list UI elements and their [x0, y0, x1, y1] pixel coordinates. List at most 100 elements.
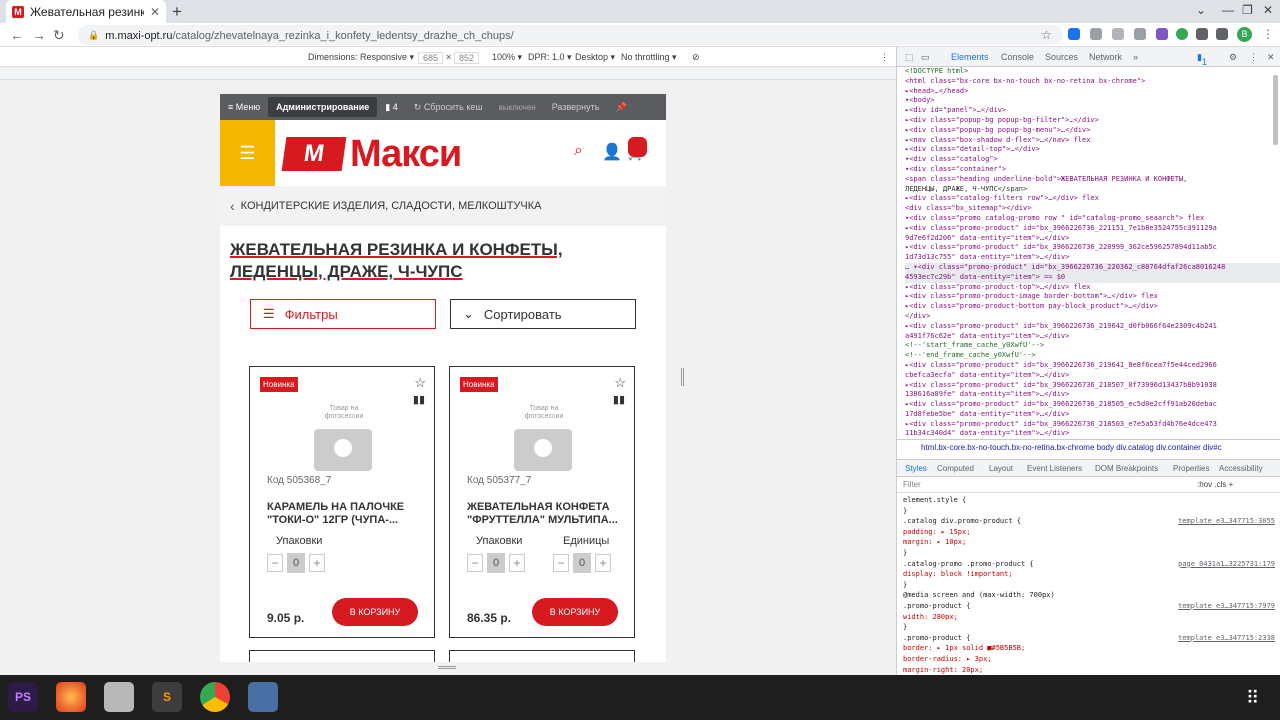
restore-icon[interactable]: ❐ — [1242, 3, 1253, 17]
admin-menu-button[interactable]: ≡ Меню — [220, 102, 268, 112]
subtab-properties[interactable]: Properties — [1173, 464, 1209, 473]
device-mode-select[interactable]: Desktop ▾ — [575, 52, 615, 63]
css-rule-line[interactable]: .promo-product {template_e3…347715:2338 — [903, 633, 1275, 644]
css-rule-line[interactable]: } — [903, 548, 1275, 559]
tab-console[interactable]: Console — [1001, 52, 1034, 62]
dom-node-line[interactable]: 138616a89fe" data-entity="item">…</div> — [905, 390, 1280, 400]
product-name[interactable]: КАРАМЕЛЬ НА ПАЛОЧКЕ "ТОКИ-О" 12ГР (ЧУПА-… — [267, 501, 427, 527]
device-height-input[interactable]: 852 — [454, 52, 480, 64]
css-rule-line[interactable]: .catalog div.promo-product {template_e3…… — [903, 516, 1275, 527]
dpr-select[interactable]: DPR: 1.0 ▾ — [528, 52, 572, 63]
unit-quantity-value[interactable]: 0 — [573, 553, 591, 573]
media-app-icon[interactable] — [248, 682, 278, 712]
devtools-menu-icon[interactable]: ⋮ — [1249, 52, 1258, 63]
css-rule-line[interactable]: } — [903, 622, 1275, 633]
dom-node-line[interactable]: ▸<div class="detail-top">…</div> — [905, 145, 1280, 155]
dom-node-line[interactable]: ▸<div class="popup-bg popup-bg-filter">…… — [905, 116, 1280, 126]
css-source-link[interactable]: page_0431a1…3225731:179 — [1178, 559, 1275, 570]
breadcrumb[interactable]: ‹ КОНДИТЕРСКИЕ ИЗДЕЛИЯ, СЛАДОСТИ, МЕЛКОШ… — [230, 198, 542, 214]
bookmark-star-icon[interactable]: ☆ — [1041, 28, 1052, 42]
firefox-app-icon[interactable] — [56, 682, 86, 712]
extension-icon[interactable] — [1134, 28, 1146, 40]
subtab-event-listeners[interactable]: Event Listeners — [1027, 464, 1082, 473]
site-logo[interactable]: М Макси — [281, 134, 462, 174]
more-tabs-icon[interactable]: » — [1133, 52, 1138, 62]
filters-button[interactable]: ☰ Фильтры — [250, 299, 436, 329]
css-rule-line[interactable]: padding: ▸ 15px; — [903, 527, 1275, 538]
dom-node-line[interactable]: 4593ec7c29b" data-entity="item"> == $0 — [905, 272, 1280, 283]
quantity-value[interactable]: 0 — [487, 553, 505, 573]
product-name[interactable]: ЖЕВАТЕЛЬНАЯ КОНФЕТА "ФРУТТЕЛЛА" МУЛЬТИПА… — [467, 501, 627, 527]
css-rule-line[interactable]: border: ▸ 1px solid ■#5B5B5B; — [903, 643, 1275, 654]
close-devtools-icon[interactable]: ✕ — [1267, 52, 1275, 63]
subtab-computed[interactable]: Computed — [937, 464, 974, 473]
close-window-icon[interactable]: ✕ — [1263, 3, 1273, 17]
tab-search-icon[interactable]: ⌄ — [1196, 3, 1206, 17]
zoom-select[interactable]: 100% ▾ — [492, 52, 522, 63]
dom-node-line[interactable]: ▸<div class="promo-product" id="bx_39662… — [905, 420, 1280, 430]
dom-node-line[interactable]: ▸<div class="promo-product-image border-… — [905, 292, 1280, 302]
dom-node-line[interactable]: ▾<div class="catalog"> — [905, 155, 1280, 165]
dom-node-line[interactable]: ▸<div class="promo-product" id="bx_39662… — [905, 322, 1280, 332]
styles-filter-tools[interactable]: :hov .cls + — [1197, 480, 1233, 489]
dom-node-line[interactable]: ▸<div class="promo-product-top">…</div> … — [905, 283, 1280, 293]
css-rule-line[interactable]: .promo-product {template_e3…347715:7979 — [903, 601, 1275, 612]
css-rule-line[interactable]: } — [903, 506, 1275, 517]
url-omnibox[interactable]: 🔒 m.maxi-opt.ru/catalog/zhevatelnaya_rez… — [78, 25, 1063, 45]
dom-node-line[interactable]: 1d73d13c755" data-entity="item">…</div> — [905, 253, 1280, 263]
compare-icon[interactable]: ▮▮ — [413, 393, 425, 406]
dom-node-line[interactable]: ▸<div class="promo-product" id="bx_39662… — [905, 243, 1280, 253]
css-rule-line[interactable]: margin-right: 20px; — [903, 665, 1275, 676]
extension-icon[interactable] — [1176, 28, 1188, 40]
close-tab-icon[interactable]: ✕ — [150, 5, 160, 19]
dom-node-line[interactable]: cbefca3ecfa" data-entity="item">…</div> — [905, 371, 1280, 381]
dom-node-line[interactable]: ▸<div class="promo-product" id="bx_39662… — [905, 400, 1280, 410]
forward-icon[interactable]: → — [32, 27, 46, 43]
browser-menu-icon[interactable]: ⋮ — [1262, 27, 1274, 41]
dom-tree[interactable]: <!DOCTYPE html> <html class="bx-core bx-n… — [897, 67, 1280, 439]
extension-icon[interactable] — [1112, 28, 1124, 40]
dom-node-line[interactable]: ▾<div class="container"> — [905, 165, 1280, 175]
minus-button[interactable]: − — [267, 554, 283, 572]
add-to-cart-button[interactable]: В КОРЗИНУ — [332, 598, 418, 626]
subtab-accessibility[interactable]: Accessibility — [1219, 464, 1263, 473]
rotate-icon[interactable]: ⊘ — [692, 52, 700, 63]
reload-icon[interactable]: ↻ — [53, 27, 65, 44]
plus-button[interactable]: + — [509, 554, 525, 572]
dom-node-line[interactable]: ▸<div class="popup-bg popup-bg-menu">…</… — [905, 126, 1280, 136]
dom-node-line[interactable]: ▾<body> — [905, 96, 1280, 106]
app-grid-icon[interactable]: ⠿ — [1246, 688, 1259, 709]
subtab-dom-breakpoints[interactable]: DOM Breakpoints — [1095, 464, 1158, 473]
compare-icon[interactable]: ▮▮ — [613, 393, 625, 406]
tab-network[interactable]: Network — [1089, 52, 1122, 62]
dom-node-line[interactable]: ▸<div class="promo-product" id="bx_39662… — [905, 381, 1280, 391]
styles-filter-input[interactable]: Filter — [903, 480, 921, 489]
resize-handle-bottom[interactable] — [438, 666, 456, 669]
user-icon[interactable]: 👤 — [602, 142, 622, 162]
resize-handle-right[interactable] — [681, 368, 684, 386]
dom-node-line[interactable]: … ▾<div class="promo-product" id="bx_396… — [905, 262, 1280, 273]
minus-button[interactable]: − — [553, 554, 569, 572]
device-width-input[interactable]: 685 — [418, 52, 444, 64]
css-rule-line[interactable]: border-radius: ▸ 3px; — [903, 654, 1275, 665]
product-card[interactable]: Новинка ☆ ▮▮ Товар на фотосессии Код 505… — [249, 366, 435, 638]
tab-elements[interactable]: Elements — [951, 52, 989, 62]
dom-node-line[interactable]: ▸<head>…</head> — [905, 87, 1280, 97]
dom-node-line[interactable]: ▸<div id="panel">…</div> — [905, 106, 1280, 116]
pin-icon[interactable]: 📌 — [607, 102, 634, 113]
dom-scrollbar[interactable] — [1273, 75, 1278, 145]
plus-button[interactable]: + — [309, 554, 325, 572]
css-rule-line[interactable]: element.style { — [903, 495, 1275, 506]
css-rule-line[interactable]: display: block !important; — [903, 569, 1275, 580]
css-rule-line[interactable]: } — [903, 580, 1275, 591]
css-source-link[interactable]: template_e3…347715:2338 — [1178, 633, 1275, 644]
minimize-icon[interactable]: — — [1222, 3, 1234, 17]
dom-node-line[interactable]: ▸<div class="promo-product" id="bx_39662… — [905, 361, 1280, 371]
settings-gear-icon[interactable]: ⚙ — [1229, 52, 1237, 63]
dom-node-line[interactable]: ▸<div class="promo-product" id="bx_39662… — [905, 224, 1280, 234]
css-source-link[interactable]: template_e3…347715:3055 — [1178, 516, 1275, 527]
dom-node-line[interactable]: ▸<nav class="box-shadow d-flex">…</nav> … — [905, 136, 1280, 146]
file-manager-app-icon[interactable] — [104, 682, 134, 712]
favorite-star-icon[interactable]: ☆ — [414, 375, 426, 391]
new-tab-icon[interactable]: + — [172, 2, 182, 22]
